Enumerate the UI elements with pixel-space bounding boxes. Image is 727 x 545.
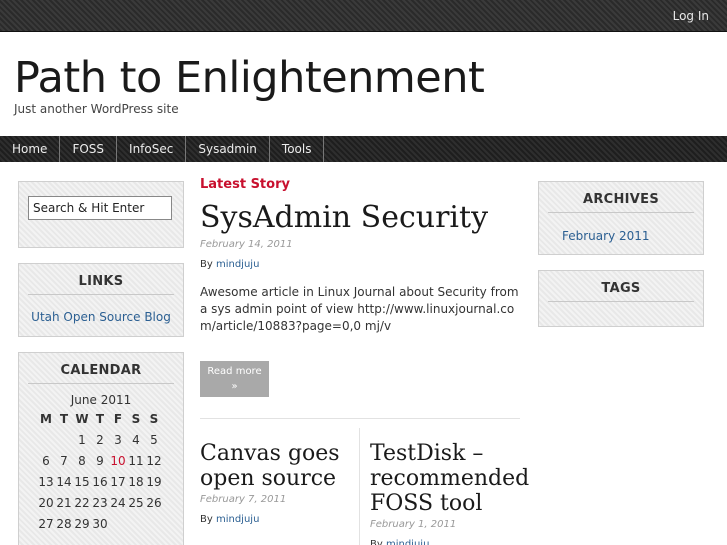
calendar-day: 6	[42, 453, 50, 468]
archives-title: ARCHIVES	[582, 192, 660, 207]
tags-title: TAGS	[601, 281, 641, 296]
calendar-caption: June 2011	[70, 393, 132, 407]
calendar-day: 12	[146, 453, 162, 468]
calendar-week: 13 14 15 16 17 18 19	[37, 471, 163, 492]
calendar-day: 5	[150, 432, 158, 447]
search-widget	[18, 181, 184, 248]
nav-item-tools[interactable]: Tools	[270, 136, 325, 162]
post-author-canvas[interactable]: mindjuju	[216, 514, 259, 525]
calendar-weekday: S	[149, 412, 159, 426]
column-separator	[359, 428, 360, 545]
calendar-widget: CALENDAR June 2011 MTWTFSS 1 2 3 4 5 6 7 8 9 10 11…	[18, 352, 184, 545]
calendar-day: 7	[60, 453, 68, 468]
calendar-day: 20	[38, 495, 54, 510]
post-byline-testdisk: By mindjuju	[370, 539, 429, 545]
latest-story-label: Latest Story	[200, 177, 290, 192]
nav-item-foss[interactable]: FOSS	[60, 136, 118, 162]
calendar-week: 27 28 29 30	[37, 513, 163, 534]
nav-item-infosec[interactable]: InfoSec	[117, 136, 187, 162]
calendar-week: 12345	[37, 429, 163, 450]
byline-prefix: By	[200, 514, 213, 525]
tags-divider	[548, 301, 694, 302]
links-widget: LINKS Utah Open Source Blog	[18, 263, 184, 337]
post-separator	[200, 418, 520, 419]
post-title-testdisk[interactable]: TestDisk – recommended FOSS tool	[370, 441, 529, 516]
search-input[interactable]	[28, 196, 172, 220]
calendar-table: MTWTFSS 1 2 3 4 5 6 7 8 9 10 11 12 13 14 15 16 17 18 19 20 2…	[37, 409, 163, 534]
calendar-day: 19	[146, 474, 162, 489]
calendar-empty	[145, 513, 163, 534]
post-date-testdisk: February 1, 2011	[370, 519, 457, 530]
calendar-weekday: F	[113, 412, 123, 426]
calendar-day: 23	[92, 495, 108, 510]
calendar-week: 6 7 8 9 10 11 12	[37, 450, 163, 471]
calendar-day: 18	[128, 474, 144, 489]
calendar-day: 26	[146, 495, 162, 510]
calendar-weekday: M	[40, 412, 52, 426]
featured-post-title[interactable]: SysAdmin Security	[200, 200, 488, 235]
calendar-day: 11	[128, 453, 144, 468]
calendar-day: 1	[78, 432, 86, 447]
calendar-day: 16	[92, 474, 108, 489]
calendar-week: 20 21 22 23 24 25 26	[37, 492, 163, 513]
read-more-arrow: »	[231, 381, 238, 392]
calendar-empty	[37, 429, 55, 450]
calendar-weekday: S	[131, 412, 141, 426]
archives-divider	[548, 212, 694, 213]
archives-widget: ARCHIVES February 2011	[538, 181, 704, 255]
archive-link-february-2011[interactable]: February 2011	[562, 229, 650, 243]
calendar-day: 2	[96, 432, 104, 447]
calendar-day: 3	[114, 432, 122, 447]
links-title: LINKS	[78, 274, 124, 289]
calendar-day: 15	[74, 474, 90, 489]
calendar-day: 21	[56, 495, 72, 510]
calendar-weekday: T	[59, 412, 69, 426]
read-more-button[interactable]: Read more »	[200, 361, 269, 397]
calendar-day: 14	[56, 474, 72, 489]
link-utah-open-source-blog[interactable]: Utah Open Source Blog	[31, 310, 171, 324]
calendar-day: 8	[78, 453, 86, 468]
byline-prefix: By	[200, 259, 213, 270]
calendar-day: 30	[92, 516, 108, 531]
nav-item-home[interactable]: Home	[0, 136, 61, 162]
featured-post-author[interactable]: mindjuju	[216, 259, 259, 270]
calendar-day: 17	[110, 474, 126, 489]
calendar-divider	[28, 383, 174, 384]
calendar-day: 29	[74, 516, 90, 531]
calendar-day: 4	[132, 432, 140, 447]
calendar-day: 28	[56, 516, 72, 531]
featured-post-byline: By mindjuju	[200, 259, 259, 270]
login-link[interactable]: Log In	[673, 9, 709, 23]
calendar-weekday: W	[75, 412, 89, 426]
post-author-testdisk[interactable]: mindjuju	[386, 539, 429, 545]
post-title-canvas[interactable]: Canvas goes open source	[200, 441, 350, 491]
post-byline-canvas: By mindjuju	[200, 514, 259, 525]
byline-prefix: By	[370, 539, 383, 545]
calendar-day: 25	[128, 495, 144, 510]
calendar-day: 13	[38, 474, 54, 489]
featured-post-excerpt: Awesome article in Linux Journal about S…	[200, 285, 519, 333]
site-header: Path to Enlightenment Just another WordP…	[0, 33, 727, 136]
calendar-day: 24	[110, 495, 126, 510]
site-description: Just another WordPress site	[14, 102, 179, 116]
nav-item-sysadmin[interactable]: Sysadmin	[186, 136, 270, 162]
post-date-canvas: February 7, 2011	[200, 494, 287, 505]
calendar-empty	[109, 513, 127, 534]
calendar-empty	[55, 429, 73, 450]
calendar-weekday: T	[95, 412, 105, 426]
site-title[interactable]: Path to Enlightenment	[14, 53, 485, 103]
featured-post-date: February 14, 2011	[200, 239, 293, 250]
links-divider	[28, 294, 174, 295]
calendar-day: 22	[74, 495, 90, 510]
read-more-label: Read more	[207, 366, 262, 377]
calendar-title: CALENDAR	[60, 363, 142, 378]
main-nav: Home FOSS InfoSec Sysadmin Tools	[0, 136, 727, 162]
calendar-day: 9	[96, 453, 104, 468]
calendar-day: 27	[38, 516, 54, 531]
top-bar: Log In	[0, 0, 727, 32]
tags-widget: TAGS	[538, 270, 704, 327]
calendar-day: 10	[110, 453, 126, 468]
calendar-empty	[127, 513, 145, 534]
